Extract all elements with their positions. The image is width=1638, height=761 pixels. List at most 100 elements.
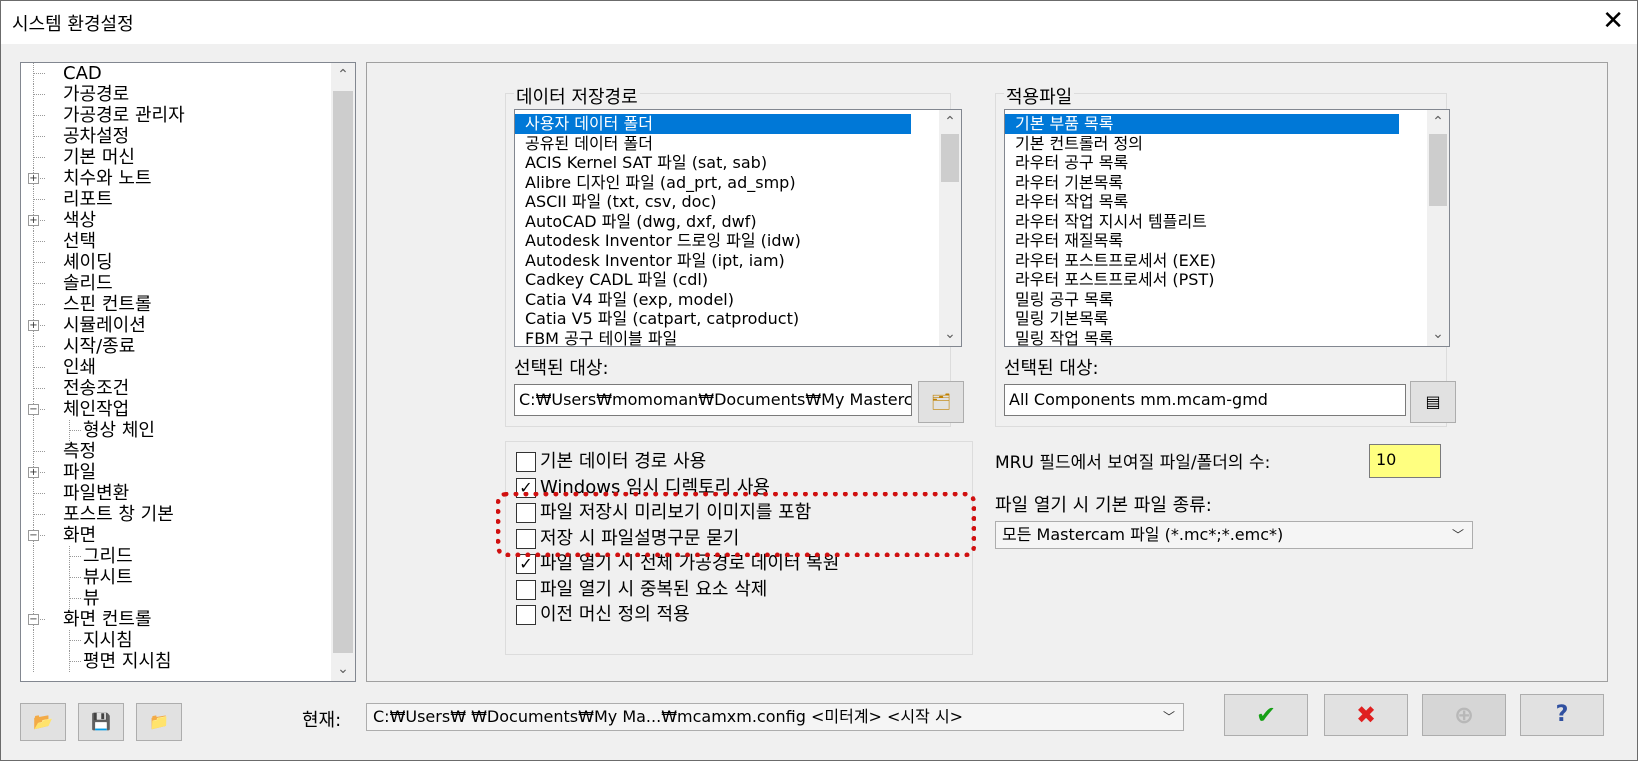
option-checkbox-row[interactable]: 이전 머신 정의 적용 xyxy=(516,603,956,627)
list-item[interactable]: 라우터 작업 지시서 템플리트 xyxy=(1005,212,1399,232)
tree-scrollbar[interactable]: ⌃ ⌄ xyxy=(331,63,355,681)
tree-item[interactable]: 리포트 xyxy=(21,189,329,210)
open-file-button[interactable]: ▤ xyxy=(1410,381,1456,423)
merge-config-button[interactable]: 📁 xyxy=(136,703,182,741)
expand-icon[interactable]: + xyxy=(28,215,39,226)
tree-item[interactable]: 형상 체인 xyxy=(21,420,329,441)
tree-item-label: 형상 체인 xyxy=(83,420,155,441)
tree-item[interactable]: 뷰시트 xyxy=(21,567,329,588)
scroll-thumb[interactable] xyxy=(1429,134,1447,206)
tree-item[interactable]: 가공경로 관리자 xyxy=(21,105,329,126)
list-item[interactable]: FBM 공구 테이블 파일 xyxy=(515,329,911,347)
checked-checkbox[interactable]: ✓ xyxy=(516,554,536,574)
expand-icon[interactable]: + xyxy=(28,467,39,478)
data-paths-scrollbar[interactable]: ⌃ ⌄ xyxy=(939,110,961,346)
tree-item[interactable]: 포스트 창 기본 xyxy=(21,504,329,525)
scroll-down-icon[interactable]: ⌄ xyxy=(331,657,355,681)
tree-item[interactable]: 파일변환 xyxy=(21,483,329,504)
list-item[interactable]: 라우터 공구 목록 xyxy=(1005,153,1399,173)
list-item[interactable]: 밀링 작업 목록 xyxy=(1005,329,1399,347)
option-checkbox-row[interactable]: 기본 데이터 경로 사용 xyxy=(516,450,956,474)
browse-folder-button[interactable]: 🗂 xyxy=(918,381,964,423)
tree-item[interactable]: 가공경로 xyxy=(21,84,329,105)
current-config-select[interactable]: C:₩Users₩ ₩Documents₩My Ma...₩mcamxm.con… xyxy=(366,703,1184,731)
unchecked-checkbox[interactable] xyxy=(516,579,536,600)
tree-item[interactable]: − 화면 xyxy=(21,525,329,546)
help-button[interactable]: ? xyxy=(1520,694,1604,736)
tree-item[interactable]: − 화면 컨트롤 xyxy=(21,609,329,630)
collapse-icon[interactable]: − xyxy=(28,530,39,541)
add-button[interactable]: ⊕ xyxy=(1422,694,1506,736)
scroll-up-icon[interactable]: ⌃ xyxy=(331,63,355,87)
tree-item[interactable]: 선택 xyxy=(21,231,329,252)
list-item[interactable]: 밀링 기본목록 xyxy=(1005,309,1399,329)
list-item[interactable]: 공유된 데이터 폴더 xyxy=(515,134,911,154)
list-item[interactable]: 사용자 데이터 폴더 xyxy=(515,114,911,134)
list-item[interactable]: Autodesk Inventor 파일 (ipt, iam) xyxy=(515,251,911,271)
scroll-down-icon[interactable]: ⌄ xyxy=(939,322,961,346)
tree-item[interactable]: 시작/종료 xyxy=(21,336,329,357)
scroll-thumb[interactable] xyxy=(333,91,353,653)
list-item[interactable]: AutoCAD 파일 (dwg, dxf, dwf) xyxy=(515,212,911,232)
tree-item[interactable]: + 색상 xyxy=(21,210,329,231)
unchecked-checkbox[interactable] xyxy=(516,605,536,625)
tree-connector xyxy=(33,651,34,672)
cancel-button[interactable]: ✖ xyxy=(1324,694,1408,736)
data-paths-selected-field[interactable]: C:₩Users₩momoman₩Documents₩My Mastercam … xyxy=(514,384,912,416)
list-item[interactable]: ACIS Kernel SAT 파일 (sat, sab) xyxy=(515,153,911,173)
tree-item[interactable]: 측정 xyxy=(21,441,329,462)
open-config-button[interactable]: 📂 xyxy=(20,703,66,741)
tree-item[interactable]: 지시침 xyxy=(21,630,329,651)
tree-item[interactable]: 셰이딩 xyxy=(21,252,329,273)
scroll-down-icon[interactable]: ⌄ xyxy=(1427,322,1449,346)
list-item[interactable]: 라우터 포스트프로세서 (PST) xyxy=(1005,270,1399,290)
default-file-type-select[interactable]: 모든 Mastercam 파일 (*.mc*;*.emc*) ﹀ xyxy=(995,521,1473,549)
mru-count-input[interactable]: 10 xyxy=(1369,444,1441,478)
tree-connector xyxy=(33,73,45,74)
list-item[interactable]: 라우터 작업 목록 xyxy=(1005,192,1399,212)
scroll-up-icon[interactable]: ⌃ xyxy=(1427,110,1449,134)
tree-item[interactable]: 뷰 xyxy=(21,588,329,609)
tree-item[interactable]: 인쇄 xyxy=(21,357,329,378)
apply-files-listbox[interactable]: 기본 부품 목록 기본 컨트롤러 정의 라우터 공구 목록 라우터 기본목록 라우터 작… xyxy=(1004,109,1450,347)
tree-item[interactable]: 그리드 xyxy=(21,546,329,567)
tree-item[interactable]: 솔리드 xyxy=(21,273,329,294)
tree-item[interactable]: 전송조건 xyxy=(21,378,329,399)
tree-item[interactable]: 평면 지시침 xyxy=(21,651,329,672)
list-item[interactable]: Autodesk Inventor 드로잉 파일 (idw) xyxy=(515,231,911,251)
tree-item[interactable]: CAD xyxy=(21,63,329,84)
close-icon[interactable]: ✕ xyxy=(1602,6,1624,36)
tree-item[interactable]: 공차설정 xyxy=(21,126,329,147)
apply-files-scrollbar[interactable]: ⌃ ⌄ xyxy=(1427,110,1449,346)
category-tree[interactable]: CAD 가공경로 가공경로 관리자 공차설정 기본 머신 + 치수와 노트 리포트 + 색상 선택 셰… xyxy=(20,62,356,682)
tree-item[interactable]: + 치수와 노트 xyxy=(21,168,329,189)
scroll-thumb[interactable] xyxy=(941,134,959,182)
tree-item[interactable]: − 체인작업 xyxy=(21,399,329,420)
list-item[interactable]: 라우터 기본목록 xyxy=(1005,173,1399,193)
save-config-button[interactable]: 💾 xyxy=(78,703,124,741)
tree-item[interactable]: + 시뮬레이션 xyxy=(21,315,329,336)
list-item[interactable]: 기본 컨트롤러 정의 xyxy=(1005,134,1399,154)
list-item[interactable]: Catia V5 파일 (catpart, catproduct) xyxy=(515,309,911,329)
list-item[interactable]: Cadkey CADL 파일 (cdl) xyxy=(515,270,911,290)
list-item[interactable]: ASCII 파일 (txt, csv, doc) xyxy=(515,192,911,212)
list-item[interactable]: 밀링 공구 목록 xyxy=(1005,290,1399,310)
tree-item[interactable]: 스핀 컨트롤 xyxy=(21,294,329,315)
list-item[interactable]: 라우터 재질목록 xyxy=(1005,231,1399,251)
scroll-up-icon[interactable]: ⌃ xyxy=(939,110,961,134)
option-checkbox-row[interactable]: 파일 열기 시 중복된 요소 삭제 xyxy=(516,578,956,602)
ok-button[interactable]: ✔ xyxy=(1224,694,1308,736)
list-item[interactable]: 기본 부품 목록 xyxy=(1005,114,1399,134)
collapse-icon[interactable]: − xyxy=(28,614,39,625)
data-paths-listbox[interactable]: 사용자 데이터 폴더 공유된 데이터 폴더 ACIS Kernel SAT 파일 (… xyxy=(514,109,962,347)
list-item[interactable]: Alibre 디자인 파일 (ad_prt, ad_smp) xyxy=(515,173,911,193)
apply-files-selected-field[interactable]: All Components mm.mcam-gmd xyxy=(1004,384,1406,416)
tree-item[interactable]: + 파일 xyxy=(21,462,329,483)
unchecked-checkbox[interactable] xyxy=(516,452,536,472)
expand-icon[interactable]: + xyxy=(28,173,39,184)
collapse-icon[interactable]: − xyxy=(28,404,39,415)
expand-icon[interactable]: + xyxy=(28,320,39,331)
tree-item[interactable]: 기본 머신 xyxy=(21,147,329,168)
list-item[interactable]: Catia V4 파일 (exp, model) xyxy=(515,290,911,310)
list-item[interactable]: 라우터 포스트프로세서 (EXE) xyxy=(1005,251,1399,271)
